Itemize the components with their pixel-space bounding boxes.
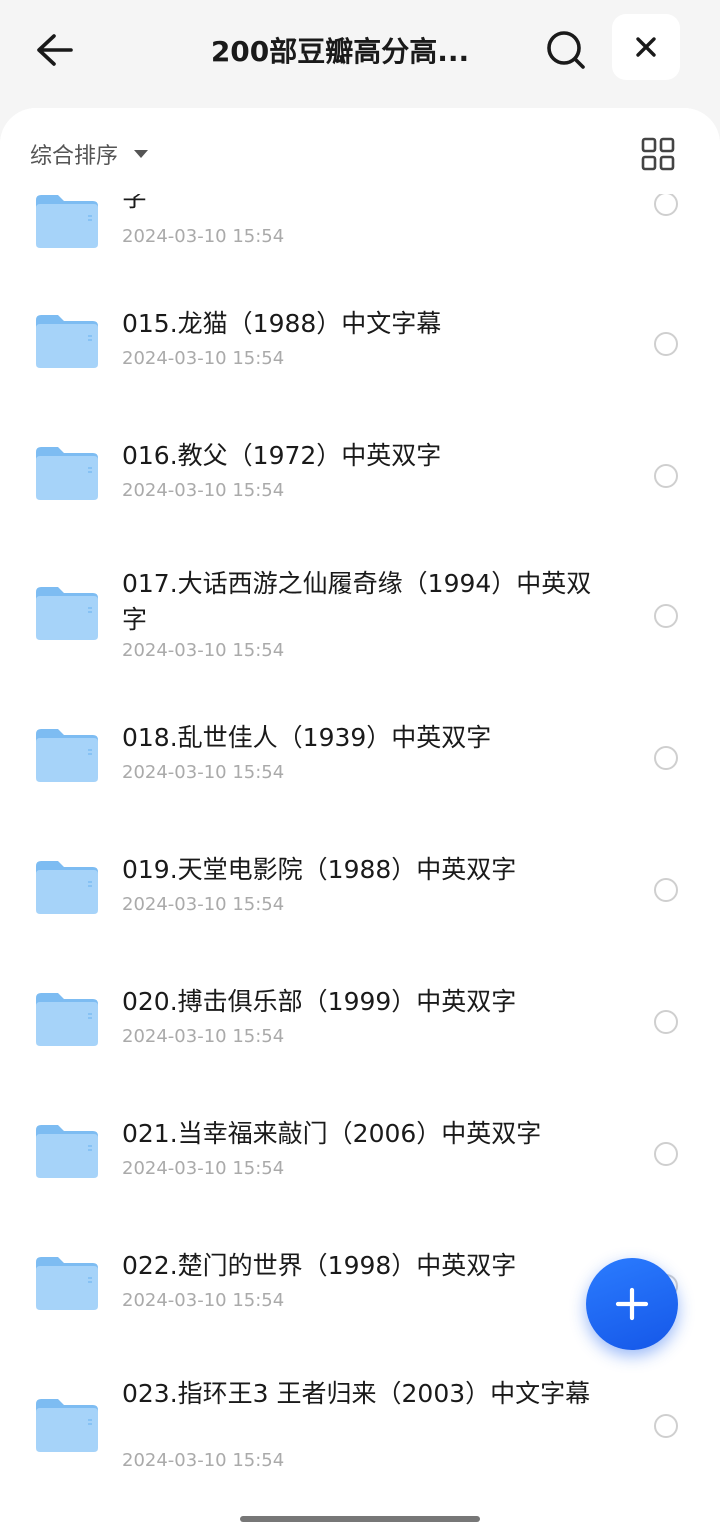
folder-icon bbox=[36, 993, 98, 1046]
file-date: 2024-03-10 15:54 bbox=[122, 1026, 285, 1047]
select-radio[interactable] bbox=[654, 604, 678, 628]
file-name: 022.楚门的世界（1998）中英双字 bbox=[122, 1251, 517, 1280]
file-name: 019.天堂电影院（1988）中英双字 bbox=[122, 855, 517, 884]
file-date: 2024-03-10 15:54 bbox=[122, 762, 285, 783]
select-radio[interactable] bbox=[654, 1010, 678, 1034]
folder-icon bbox=[36, 195, 98, 248]
file-name: 021.当幸福来敲门（2006）中英双字 bbox=[122, 1119, 542, 1148]
caret-down-icon bbox=[134, 150, 149, 158]
select-radio[interactable] bbox=[654, 332, 678, 356]
file-date: 2024-03-10 15:54 bbox=[122, 348, 285, 369]
home-indicator bbox=[240, 1516, 480, 1522]
folder-icon bbox=[36, 1399, 98, 1452]
folder-icon bbox=[36, 1125, 98, 1178]
folder-icon bbox=[36, 729, 98, 782]
file-date: 2024-03-10 15:54 bbox=[122, 1158, 285, 1179]
file-name: 017.大话西游之仙履奇缘（1994）中英双字 bbox=[122, 569, 592, 634]
folder-icon bbox=[36, 315, 98, 368]
close-icon bbox=[636, 37, 656, 57]
search-icon bbox=[547, 31, 585, 69]
file-name: 018.乱世佳人（1939）中英双字 bbox=[122, 723, 492, 752]
close-button[interactable] bbox=[612, 14, 680, 80]
select-radio[interactable] bbox=[654, 192, 678, 216]
select-radio[interactable] bbox=[654, 1414, 678, 1438]
search-button[interactable] bbox=[540, 24, 592, 76]
top-bar: 200部豆瓣高分高... bbox=[0, 0, 720, 108]
folder-icon bbox=[36, 1257, 98, 1310]
select-radio[interactable] bbox=[654, 746, 678, 770]
file-name: 015.龙猫（1988）中文字幕 bbox=[122, 309, 442, 338]
grid-view-icon[interactable] bbox=[640, 136, 676, 172]
page-title: 200部豆瓣高分高... bbox=[210, 35, 470, 68]
sort-dropdown[interactable]: 综合排序 bbox=[30, 138, 149, 170]
file-date: 2024-03-10 15:54 bbox=[122, 1290, 285, 1311]
file-date: 2024-03-10 15:54 bbox=[122, 894, 285, 915]
plus-icon bbox=[615, 1287, 649, 1321]
sort-label: 综合排序 bbox=[30, 144, 119, 169]
file-name: 023.指环王3 王者归来（2003）中文字幕 bbox=[122, 1379, 591, 1408]
file-date: 2024-03-10 15:54 bbox=[122, 480, 285, 501]
arrow-left-icon bbox=[37, 34, 73, 66]
file-name: 016.教父（1972）中英双字 bbox=[122, 441, 442, 470]
select-radio[interactable] bbox=[654, 878, 678, 902]
folder-icon bbox=[36, 447, 98, 500]
file-date: 2024-03-10 15:54 bbox=[122, 1450, 285, 1471]
add-button[interactable] bbox=[586, 1258, 678, 1350]
file-date: 2024-03-10 15:54 bbox=[122, 226, 285, 247]
file-date: 2024-03-10 15:54 bbox=[122, 640, 285, 661]
folder-icon bbox=[36, 861, 98, 914]
sort-bar: 综合排序 bbox=[0, 108, 720, 194]
back-button[interactable] bbox=[28, 26, 80, 74]
folder-icon bbox=[36, 587, 98, 640]
select-radio[interactable] bbox=[654, 1142, 678, 1166]
select-radio[interactable] bbox=[654, 464, 678, 488]
file-name: 020.搏击俱乐部（1999）中英双字 bbox=[122, 987, 517, 1016]
